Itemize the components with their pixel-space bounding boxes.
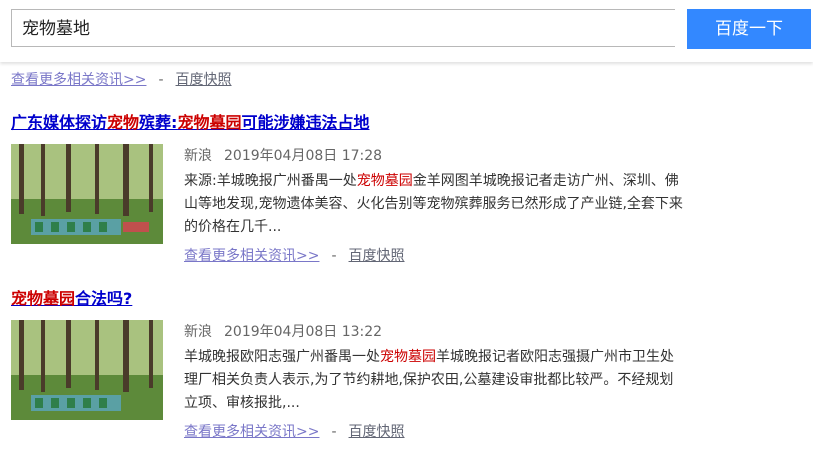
result-thumbnail[interactable] [11, 320, 163, 420]
separator: - [158, 72, 164, 88]
result-title-link[interactable]: 广东媒体探访宠物殡葬:宠物墓园可能涉嫌违法占地 [11, 112, 801, 134]
source-label: 新浪 [184, 324, 212, 340]
source-label: 新浪 [184, 148, 212, 164]
search-input[interactable]: 宠物墓地 [11, 9, 675, 47]
result-links: 查看更多相关资讯>> - 百度快照 [184, 246, 405, 266]
result-item: 广东媒体探访宠物殡葬:宠物墓园可能涉嫌违法占地 新浪 2019年04月08日 17… [11, 112, 801, 264]
snapshot-link[interactable]: 百度快照 [349, 424, 405, 440]
result-abstract: 来源:羊城晚报广州番禺一处宠物墓园金羊网图羊城晚报记者走访广州、深圳、佛山等地发… [184, 173, 683, 235]
date-label: 2019年04月08日 17:28 [224, 148, 383, 164]
top-links: 查看更多相关资讯>> - 百度快照 [11, 70, 232, 90]
result-thumbnail[interactable] [11, 144, 163, 244]
more-news-link[interactable]: 查看更多相关资讯>> [184, 248, 319, 264]
search-button[interactable]: 百度一下 [687, 9, 811, 49]
more-news-link[interactable]: 查看更多相关资讯>> [11, 72, 146, 88]
result-abstract: 羊城晚报欧阳志强广州番禺一处宠物墓园羊城晚报记者欧阳志强摄广州市卫生处理厂相关负… [184, 349, 674, 411]
result-item: 宠物墓园合法吗? 新浪 2019年04月08日 13:22 羊城晚报欧阳志强广州番… [11, 288, 801, 443]
date-label: 2019年04月08日 13:22 [224, 324, 383, 340]
more-news-link[interactable]: 查看更多相关资讯>> [184, 424, 319, 440]
snapshot-link[interactable]: 百度快照 [176, 72, 232, 88]
separator: - [331, 248, 337, 264]
separator: - [331, 424, 337, 440]
result-meta: 新浪 2019年04月08日 17:28 [184, 146, 394, 166]
search-bar: 宠物墓地 百度一下 [0, 0, 813, 62]
snapshot-link[interactable]: 百度快照 [349, 248, 405, 264]
result-title-link[interactable]: 宠物墓园合法吗? [11, 288, 801, 310]
result-links: 查看更多相关资讯>> - 百度快照 [184, 422, 405, 442]
result-meta: 新浪 2019年04月08日 13:22 [184, 322, 394, 342]
